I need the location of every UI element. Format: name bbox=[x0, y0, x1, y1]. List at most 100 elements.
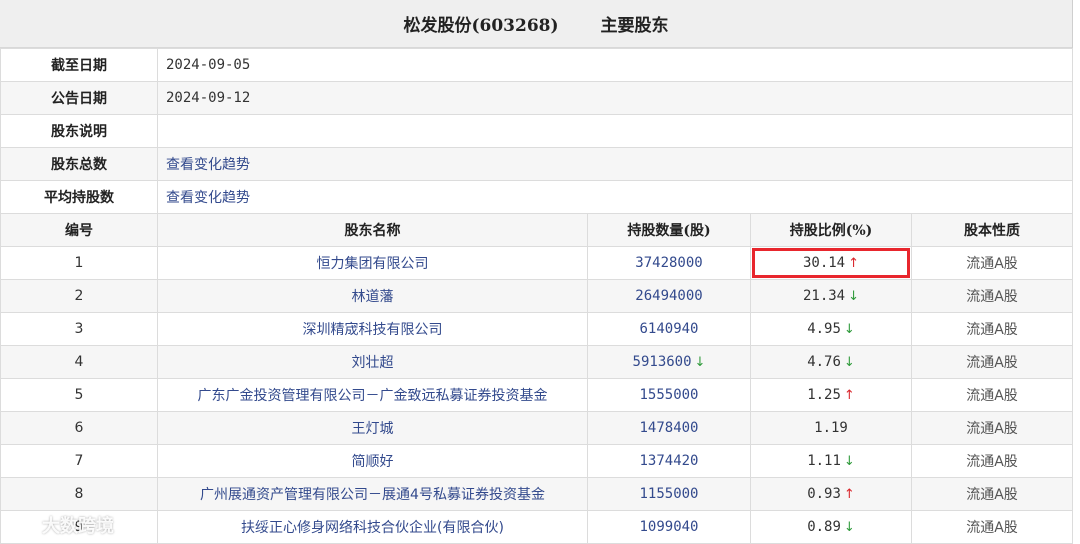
share-nature: 流通A股 bbox=[910, 246, 1074, 280]
trend-link[interactable]: 查看变化趋势 bbox=[156, 147, 1074, 181]
info-label: 股东总数 bbox=[0, 147, 158, 181]
arrow-down-icon: ↓ bbox=[843, 520, 855, 535]
arrow-down-icon: ↓ bbox=[843, 454, 855, 469]
watermark: 大数跨境 bbox=[8, 512, 114, 538]
info-label: 平均持股数 bbox=[0, 180, 158, 214]
ratio-value: 0.89 bbox=[807, 519, 841, 535]
row-number: 8 bbox=[0, 477, 158, 511]
table-row: 9 扶绥正心修身网络科技合伙企业(有限合伙) 1099040 0.89 ↓ 流通A股 bbox=[0, 510, 1074, 544]
watermark-logo-icon bbox=[9, 515, 37, 531]
info-label: 股东说明 bbox=[0, 114, 158, 148]
shares-value: 1155000 bbox=[639, 486, 699, 502]
table-row: 4 刘壮超 5913600 ↓ 4.76 ↓ 流通A股 bbox=[0, 345, 1074, 379]
watermark-text: 大数跨境 bbox=[42, 516, 114, 537]
row-number: 1 bbox=[0, 246, 158, 280]
ratio-cell: 1.11 ↓ bbox=[750, 444, 912, 478]
shares-cell: 1155000 bbox=[587, 477, 751, 511]
shares-value: 26494000 bbox=[635, 288, 703, 304]
shareholder-name-link[interactable]: 扶绥正心修身网络科技合伙企业(有限合伙) bbox=[157, 510, 588, 544]
panel-header: 松发股份(603268) 主要股东 bbox=[0, 0, 1072, 48]
table-row: 7 简顺好 1374420 1.11 ↓ 流通A股 bbox=[0, 444, 1074, 478]
row-number: 6 bbox=[0, 411, 158, 445]
row-number: 5 bbox=[0, 378, 158, 412]
ratio-cell: 30.14 ↑ bbox=[750, 246, 912, 280]
row-number: 4 bbox=[0, 345, 158, 379]
shareholder-panel: 松发股份(603268) 主要股东 截至日期 2024-09-05 公告日期 2024… bbox=[0, 0, 1074, 544]
table-row: 5 广东广金投资管理有限公司－广金致远私募证券投资基金 1555000 1.25 ↑ 流通… bbox=[0, 378, 1074, 412]
shares-cell: 1478400 bbox=[587, 411, 751, 445]
info-row: 平均持股数 查看变化趋势 bbox=[0, 180, 1074, 214]
shares-cell: 26494000 bbox=[587, 279, 751, 313]
column-header: 股本性质 bbox=[910, 213, 1074, 247]
company-title: 松发股份(603268) bbox=[403, 16, 559, 36]
shares-cell: 5913600 ↓ bbox=[587, 345, 751, 379]
shares-value: 1374420 bbox=[639, 453, 699, 469]
shares-value: 1478400 bbox=[639, 420, 699, 436]
row-number: 7 bbox=[0, 444, 158, 478]
ratio-value: 30.14 bbox=[802, 255, 846, 271]
shares-value: 5913600 bbox=[632, 354, 692, 370]
shareholder-table: 截至日期 2024-09-05 公告日期 2024-09-12 股东说明 股东总数 查看变化… bbox=[0, 48, 1074, 544]
ratio-cell: 1.19 bbox=[750, 411, 912, 445]
ratio-cell: 0.89 ↓ bbox=[750, 510, 912, 544]
column-header: 编号 bbox=[0, 213, 158, 247]
info-value: 2024-09-05 bbox=[156, 48, 1074, 82]
arrow-down-icon: ↓ bbox=[843, 322, 855, 337]
info-row: 截至日期 2024-09-05 bbox=[0, 48, 1074, 82]
ratio-value: 1.19 bbox=[814, 420, 848, 436]
shareholder-name-link[interactable]: 深圳精宬科技有限公司 bbox=[157, 312, 588, 346]
table-row: 6 王灯城 1478400 1.19 流通A股 bbox=[0, 411, 1074, 445]
ratio-cell: 4.76 ↓ bbox=[750, 345, 912, 379]
ratio-value: 1.11 bbox=[807, 453, 841, 469]
shares-cell: 37428000 bbox=[587, 246, 751, 280]
column-header: 持股数量(股) bbox=[587, 213, 751, 247]
column-header: 股东名称 bbox=[157, 213, 588, 247]
info-value bbox=[156, 114, 1074, 148]
arrow-up-icon: ↑ bbox=[843, 487, 855, 502]
shareholder-name-link[interactable]: 恒力集团有限公司 bbox=[157, 246, 588, 280]
ratio-value: 4.95 bbox=[807, 321, 841, 337]
ratio-value: 4.76 bbox=[807, 354, 841, 370]
column-header-row: 编号 股东名称 持股数量(股) 持股比例(%) 股本性质 bbox=[0, 213, 1074, 247]
info-value: 2024-09-12 bbox=[156, 81, 1074, 115]
table-row: 8 广州展通资产管理有限公司－展通4号私募证券投资基金 1155000 0.93 ↑ 流通… bbox=[0, 477, 1074, 511]
ratio-cell: 0.93 ↑ bbox=[750, 477, 912, 511]
arrow-down-icon: ↓ bbox=[843, 355, 855, 370]
shares-value: 1555000 bbox=[639, 387, 699, 403]
ratio-cell: 4.95 ↓ bbox=[750, 312, 912, 346]
shareholder-name-link[interactable]: 广州展通资产管理有限公司－展通4号私募证券投资基金 bbox=[157, 477, 588, 511]
shares-cell: 1099040 bbox=[587, 510, 751, 544]
shares-value: 1099040 bbox=[639, 519, 699, 535]
shares-cell: 1374420 bbox=[587, 444, 751, 478]
shareholder-name-link[interactable]: 简顺好 bbox=[157, 444, 588, 478]
ratio-cell: 21.34 ↓ bbox=[750, 279, 912, 313]
arrow-down-icon: ↓ bbox=[694, 355, 706, 370]
shares-cell: 6140940 bbox=[587, 312, 751, 346]
share-nature: 流通A股 bbox=[910, 444, 1074, 478]
share-nature: 流通A股 bbox=[910, 345, 1074, 379]
column-header: 持股比例(%) bbox=[750, 213, 912, 247]
share-nature: 流通A股 bbox=[910, 378, 1074, 412]
share-nature: 流通A股 bbox=[910, 477, 1074, 511]
shareholder-name-link[interactable]: 林道藩 bbox=[157, 279, 588, 313]
info-row: 股东说明 bbox=[0, 114, 1074, 148]
shareholder-name-link[interactable]: 刘壮超 bbox=[157, 345, 588, 379]
share-nature: 流通A股 bbox=[910, 411, 1074, 445]
info-label: 公告日期 bbox=[0, 81, 158, 115]
shareholder-name-link[interactable]: 王灯城 bbox=[157, 411, 588, 445]
arrow-up-icon: ↑ bbox=[848, 256, 860, 271]
ratio-value: 0.93 bbox=[807, 486, 841, 502]
table-row: 2 林道藩 26494000 21.34 ↓ 流通A股 bbox=[0, 279, 1074, 313]
shareholder-name-link[interactable]: 广东广金投资管理有限公司－广金致远私募证券投资基金 bbox=[157, 378, 588, 412]
row-number: 3 bbox=[0, 312, 158, 346]
info-label: 截至日期 bbox=[0, 48, 158, 82]
share-nature: 流通A股 bbox=[910, 510, 1074, 544]
row-number: 2 bbox=[0, 279, 158, 313]
trend-link[interactable]: 查看变化趋势 bbox=[156, 180, 1074, 214]
table-row: 1 恒力集团有限公司 37428000 30.14 ↑ 流通A股 bbox=[0, 246, 1074, 280]
arrow-up-icon: ↑ bbox=[843, 388, 855, 403]
ratio-value: 21.34 bbox=[802, 288, 846, 304]
share-nature: 流通A股 bbox=[910, 312, 1074, 346]
shares-cell: 1555000 bbox=[587, 378, 751, 412]
shares-value: 37428000 bbox=[635, 255, 703, 271]
